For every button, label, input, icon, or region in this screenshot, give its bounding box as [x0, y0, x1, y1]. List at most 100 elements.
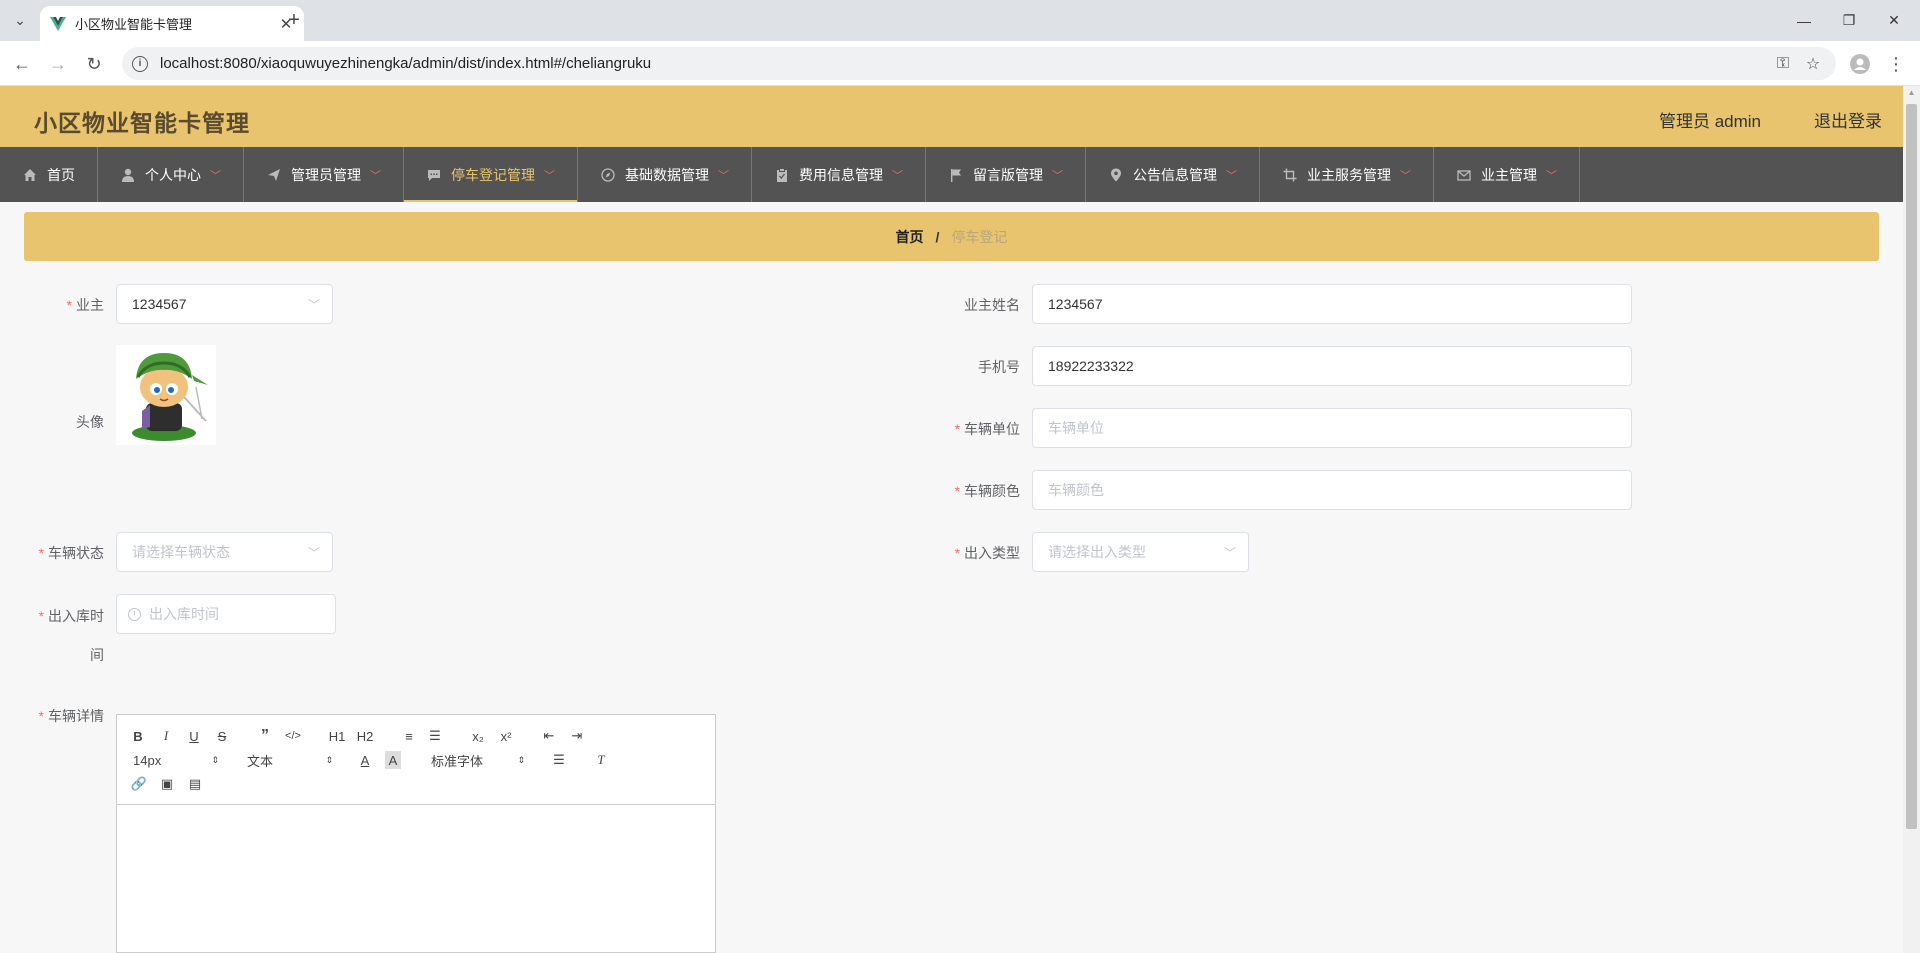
- admin-user-label: 管理员 admin: [1658, 112, 1761, 131]
- chevron-down-icon: ﹀: [370, 169, 381, 182]
- vehicle-unit-field[interactable]: 车辆单位: [1032, 408, 1632, 448]
- tab-title: 小区物业智能卡管理: [75, 17, 193, 32]
- italic-icon[interactable]: I: [159, 727, 173, 745]
- main-menu: 首页 个人中心 ﹀ 管理员管理 ﹀ 停车登记管理 ﹀ 基础数据管理 ﹀ 费用信息…: [0, 147, 1903, 202]
- scroll-up-arrow-icon[interactable]: ▲: [1906, 88, 1917, 100]
- menu-label: 公告信息管理: [1133, 166, 1217, 183]
- menu-item-owner-service[interactable]: 业主服务管理 ﹀: [1260, 147, 1434, 202]
- flag-icon: [948, 167, 964, 183]
- menu-item-announcement[interactable]: 公告信息管理 ﹀: [1086, 147, 1260, 202]
- bullet-list-icon[interactable]: ☰: [427, 727, 443, 745]
- inout-time-label: * 出入库时: [38, 608, 104, 624]
- font-color-icon[interactable]: A: [357, 751, 373, 769]
- chevron-down-icon: ﹀: [718, 169, 729, 182]
- vehicle-unit-placeholder: 车辆单位: [1048, 420, 1104, 436]
- logout-link[interactable]: 退出登录: [1814, 107, 1882, 132]
- underline-icon[interactable]: U: [187, 727, 201, 745]
- back-icon[interactable]: ←: [8, 50, 36, 78]
- editor-toolbar: B I U S ” </> H1 H2 ≡ ☰ x₂ x² ⇤ ⇥ 14px ⇕ …: [117, 715, 715, 805]
- menu-item-parking-registration[interactable]: 停车登记管理 ﹀: [404, 147, 578, 202]
- close-window-icon[interactable]: ✕: [1872, 0, 1916, 41]
- bold-icon[interactable]: B: [131, 727, 145, 745]
- omnibox[interactable]: i localhost:8080/xiaoquwuyezhinengka/adm…: [122, 47, 1836, 80]
- browser-menu-icon[interactable]: ⋮: [1882, 50, 1910, 78]
- menu-item-profile[interactable]: 个人中心 ﹀: [98, 147, 244, 202]
- phone-label: 手机号: [978, 359, 1020, 375]
- minimize-icon[interactable]: —: [1782, 0, 1826, 41]
- password-key-icon[interactable]: ⚿: [1768, 49, 1798, 79]
- inout-type-select[interactable]: 请选择出入类型 ﹀: [1032, 532, 1249, 572]
- reload-icon[interactable]: ↻: [80, 50, 108, 78]
- outdent-icon[interactable]: ⇤: [541, 727, 557, 745]
- menu-item-admin-management[interactable]: 管理员管理 ﹀: [244, 147, 404, 202]
- menu-label: 基础数据管理: [625, 166, 709, 183]
- code-block-icon[interactable]: </>: [285, 727, 301, 745]
- clear-format-icon[interactable]: T: [593, 751, 609, 769]
- heading-1-icon[interactable]: H1: [327, 727, 347, 745]
- phone-value: 18922233322: [1048, 358, 1134, 374]
- menu-label: 管理员管理: [291, 166, 361, 183]
- owner-name-label: 业主姓名: [964, 297, 1020, 313]
- send-icon: [266, 167, 282, 183]
- mail-icon: [1456, 167, 1472, 183]
- ordered-list-icon[interactable]: ≡: [401, 727, 417, 745]
- site-info-icon[interactable]: i: [132, 55, 148, 72]
- menu-item-fee-info[interactable]: 费用信息管理 ﹀: [752, 147, 926, 202]
- chevron-down-icon: ﹀: [210, 169, 221, 182]
- block-type-select[interactable]: 文本 ⇕: [247, 751, 333, 769]
- phone-field[interactable]: 18922233322: [1032, 346, 1632, 386]
- bookmark-star-icon[interactable]: ☆: [1798, 49, 1828, 79]
- browser-tab-strip: ⌄ 小区物业智能卡管理 ✕ + — ❐ ✕: [0, 0, 1920, 41]
- font-size-select[interactable]: 14px ⇕: [133, 751, 219, 769]
- avatar-label: 头像: [76, 414, 104, 430]
- image-icon[interactable]: ▣: [159, 775, 175, 793]
- owner-name-field[interactable]: 1234567: [1032, 284, 1632, 324]
- align-icon[interactable]: ☰: [551, 751, 567, 769]
- restore-icon[interactable]: ❐: [1827, 0, 1871, 41]
- menu-item-home[interactable]: 首页: [0, 147, 98, 202]
- menu-item-owner-management[interactable]: 业主管理 ﹀: [1434, 147, 1580, 202]
- tab-search-chevron-icon[interactable]: ⌄: [8, 8, 32, 32]
- vehicle-detail-label: * 车辆详情: [38, 708, 104, 724]
- video-icon[interactable]: ▤: [187, 775, 203, 793]
- menu-label: 业主服务管理: [1307, 166, 1391, 183]
- owner-select[interactable]: 1234567 ﹀: [116, 284, 333, 324]
- forward-icon[interactable]: →: [44, 50, 72, 78]
- chevron-down-icon: ﹀: [544, 169, 555, 182]
- chevron-down-icon: ﹀: [1226, 169, 1237, 182]
- heading-2-icon[interactable]: H2: [355, 727, 375, 745]
- editor-content-area[interactable]: [117, 805, 715, 953]
- background-color-icon[interactable]: A: [385, 751, 401, 769]
- menu-label: 停车登记管理: [451, 166, 535, 183]
- page-scrollbar-thumb[interactable]: [1906, 104, 1917, 829]
- inout-time-placeholder: 出入库时间: [149, 606, 219, 622]
- menu-item-basic-data[interactable]: 基础数据管理 ﹀: [578, 147, 752, 202]
- browser-tab[interactable]: 小区物业智能卡管理 ✕: [40, 6, 304, 41]
- indent-icon[interactable]: ⇥: [569, 727, 585, 745]
- vehicle-color-field[interactable]: 车辆颜色: [1032, 470, 1632, 510]
- updown-icon: ⇕: [517, 754, 525, 765]
- breadcrumb: 首页 / 停车登记: [24, 212, 1879, 261]
- vehicle-status-select[interactable]: 请选择车辆状态 ﹀: [116, 532, 333, 572]
- inout-time-picker[interactable]: 出入库时间: [116, 594, 336, 634]
- user-icon: [120, 167, 136, 183]
- breadcrumb-separator: /: [935, 228, 940, 245]
- link-icon[interactable]: 🔗: [131, 775, 147, 793]
- url-text[interactable]: localhost:8080/xiaoquwuyezhinengka/admin…: [160, 55, 1768, 72]
- menu-item-message-board[interactable]: 留言版管理 ﹀: [926, 147, 1086, 202]
- blockquote-icon[interactable]: ”: [257, 727, 273, 745]
- breadcrumb-home-link[interactable]: 首页: [896, 227, 924, 247]
- strike-icon[interactable]: S: [215, 727, 229, 745]
- compass-icon: [600, 167, 616, 183]
- superscript-icon[interactable]: x²: [497, 727, 515, 745]
- new-tab-button[interactable]: +: [280, 8, 308, 32]
- subscript-icon[interactable]: x₂: [469, 727, 487, 745]
- vehicle-color-placeholder: 车辆颜色: [1048, 482, 1104, 498]
- font-family-select[interactable]: 标准字体 ⇕: [431, 751, 525, 769]
- chevron-down-icon: ﹀: [1400, 169, 1411, 182]
- profile-icon[interactable]: [1846, 50, 1874, 78]
- vehicle-unit-label: * 车辆单位: [954, 421, 1020, 437]
- avatar-image[interactable]: [116, 345, 216, 445]
- crop-icon: [1282, 167, 1298, 183]
- address-bar-row: ← → ↻ i localhost:8080/xiaoquwuyezhineng…: [0, 41, 1920, 86]
